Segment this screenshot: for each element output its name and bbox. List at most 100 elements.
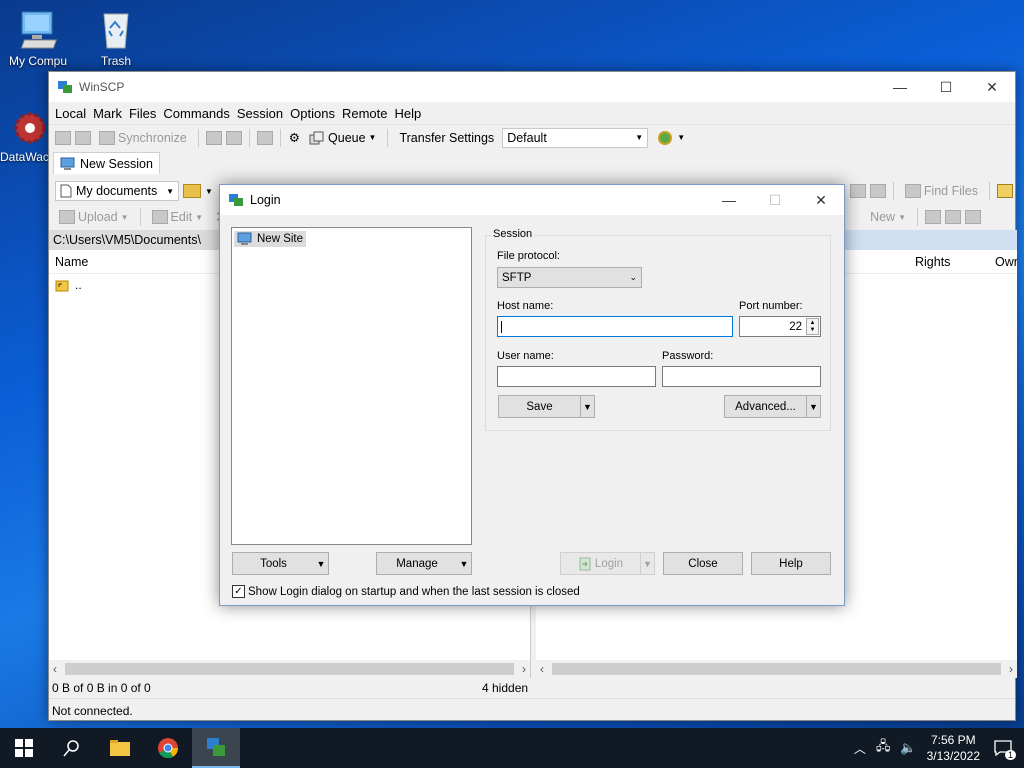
search-button[interactable] <box>48 728 96 768</box>
menu-session[interactable]: Session <box>237 106 283 121</box>
terminal-icon[interactable] <box>225 130 242 145</box>
menu-help[interactable]: Help <box>394 106 421 121</box>
selection-status: 0 B of 0 B in 0 of 0 <box>52 681 151 695</box>
advanced-button[interactable]: Advanced... ▼ <box>724 395 821 418</box>
window-title: WinSCP <box>79 80 125 94</box>
find-files-icon <box>904 184 921 198</box>
show-on-startup-checkbox[interactable]: ✓ <box>232 585 245 598</box>
column-owner[interactable]: Owr <box>989 255 1017 269</box>
toolbar-separator <box>248 128 250 147</box>
port-number-input[interactable]: 22 ▲ ▼ <box>739 316 821 337</box>
filter-icon[interactable] <box>965 210 981 224</box>
spin-down-icon[interactable]: ▼ <box>810 327 816 333</box>
dialog-close-button[interactable]: ✕ <box>798 185 844 215</box>
file-protocol-value: SFTP <box>502 271 532 284</box>
close-window-button[interactable]: ✕ <box>969 72 1015 102</box>
tools-button[interactable]: Tools ▼ <box>232 552 329 575</box>
transfer-settings-select[interactable]: Default ▼ <box>502 127 649 148</box>
unselect-icon[interactable] <box>945 210 961 224</box>
chevron-up-icon[interactable]: ︿ <box>854 740 866 757</box>
login-title: Login <box>250 193 281 207</box>
local-location-select[interactable]: My documents ▼ <box>55 181 179 201</box>
login-button[interactable]: Login ▼ <box>560 552 655 575</box>
winscp-taskbar-button[interactable] <box>192 728 240 768</box>
notifications-button[interactable]: 1 <box>990 736 1016 760</box>
menu-options[interactable]: Options <box>290 106 335 121</box>
chevron-down-icon[interactable]: ▼ <box>580 396 594 417</box>
preferences-button[interactable]: ⚙ <box>288 128 301 147</box>
maximize-button[interactable]: ☐ <box>923 72 969 102</box>
menu-files[interactable]: Files <box>129 106 156 121</box>
chevron-down-icon[interactable]: ▼ <box>205 187 213 196</box>
password-input[interactable] <box>662 366 821 387</box>
local-horizontal-scrollbar[interactable]: ‹ › <box>49 660 530 678</box>
port-spinner[interactable]: ▲ ▼ <box>806 318 819 335</box>
start-button[interactable] <box>0 728 48 768</box>
scroll-thumb[interactable] <box>65 663 514 675</box>
network-icon[interactable]: 🖧 <box>876 737 891 759</box>
compare-dirs-icon[interactable] <box>75 130 91 145</box>
menu-remote[interactable]: Remote <box>342 106 388 121</box>
notification-count: 1 <box>1004 750 1016 760</box>
scroll-left-icon[interactable]: ‹ <box>540 662 544 676</box>
open-folder-icon[interactable] <box>183 184 201 198</box>
menu-mark[interactable]: Mark <box>93 106 122 121</box>
chrome-button[interactable] <box>144 728 192 768</box>
menu-commands[interactable]: Commands <box>163 106 229 121</box>
site-item-new-site[interactable]: New Site <box>234 231 307 247</box>
dialog-minimize-button[interactable]: — <box>706 185 752 215</box>
desktop-icon-my-computer[interactable]: My Compu <box>8 8 68 68</box>
scroll-right-icon[interactable]: › <box>1009 662 1013 676</box>
compare-icon[interactable] <box>55 130 71 145</box>
scroll-thumb[interactable] <box>552 663 1001 675</box>
file-explorer-button[interactable] <box>96 728 144 768</box>
menu-local[interactable]: Local <box>55 106 86 121</box>
synchronize-button[interactable]: Synchronize <box>95 129 191 147</box>
chevron-down-icon[interactable]: ▼ <box>314 553 328 574</box>
login-icon <box>579 557 591 570</box>
new-button[interactable]: New ▼ <box>866 208 910 226</box>
tab-new-session[interactable]: New Session <box>53 152 160 174</box>
chevron-down-icon[interactable]: ▼ <box>640 553 654 574</box>
show-on-startup-row[interactable]: ✓ Show Login dialog on startup and when … <box>232 585 580 598</box>
remote-horizontal-scrollbar[interactable]: ‹ › <box>536 660 1017 678</box>
spin-up-icon[interactable]: ▲ <box>810 320 816 326</box>
host-name-input[interactable] <box>497 316 733 337</box>
sessions-icon[interactable] <box>256 130 273 145</box>
chevron-down-icon[interactable]: ▼ <box>806 396 820 417</box>
manage-button[interactable]: Manage ▼ <box>376 552 472 575</box>
toolbar-separator <box>279 128 281 147</box>
edit-button[interactable]: Edit ▼ <box>148 208 207 226</box>
save-button[interactable]: Save ▼ <box>498 395 595 418</box>
scroll-left-icon[interactable]: ‹ <box>53 662 57 676</box>
document-icon <box>60 184 72 198</box>
file-protocol-select[interactable]: SFTP ⌄ <box>497 267 642 288</box>
chevron-down-icon[interactable]: ▼ <box>457 553 471 574</box>
site-actions-button[interactable]: ▼ <box>652 128 689 148</box>
find-files-button[interactable]: Find Files <box>901 182 982 200</box>
volume-icon[interactable]: 🔈 <box>900 740 916 756</box>
main-titlebar[interactable]: WinSCP — ☐ ✕ <box>49 72 1015 102</box>
scroll-right-icon[interactable]: › <box>522 662 526 676</box>
desktop-icon-trash[interactable]: Trash <box>86 8 146 68</box>
user-name-label: User name: <box>497 350 554 362</box>
select-all-icon[interactable] <box>925 210 941 224</box>
site-tree[interactable]: New Site <box>231 227 472 545</box>
column-name[interactable]: Name <box>49 255 88 269</box>
close-button[interactable]: Close <box>663 552 743 575</box>
refresh-icon[interactable] <box>869 184 886 198</box>
login-titlebar[interactable]: Login — ☐ ✕ <box>220 185 844 215</box>
desktop-icon-datawac[interactable]: DataWac <box>0 108 48 164</box>
tree-toggle-icon[interactable] <box>997 184 1013 198</box>
upload-button[interactable]: Upload ▼ <box>55 208 133 226</box>
hidden-status: 4 hidden <box>482 681 529 695</box>
queue-button[interactable]: Queue ▼ <box>305 129 380 147</box>
clock[interactable]: 7:56 PM 3/13/2022 <box>927 732 980 764</box>
user-name-input[interactable] <box>497 366 656 387</box>
home-icon[interactable] <box>849 184 866 198</box>
tab-label: New Session <box>80 156 153 171</box>
help-button[interactable]: Help <box>751 552 831 575</box>
console-icon[interactable] <box>205 130 222 145</box>
column-rights[interactable]: Rights <box>909 255 989 269</box>
minimize-button[interactable]: — <box>877 72 923 102</box>
